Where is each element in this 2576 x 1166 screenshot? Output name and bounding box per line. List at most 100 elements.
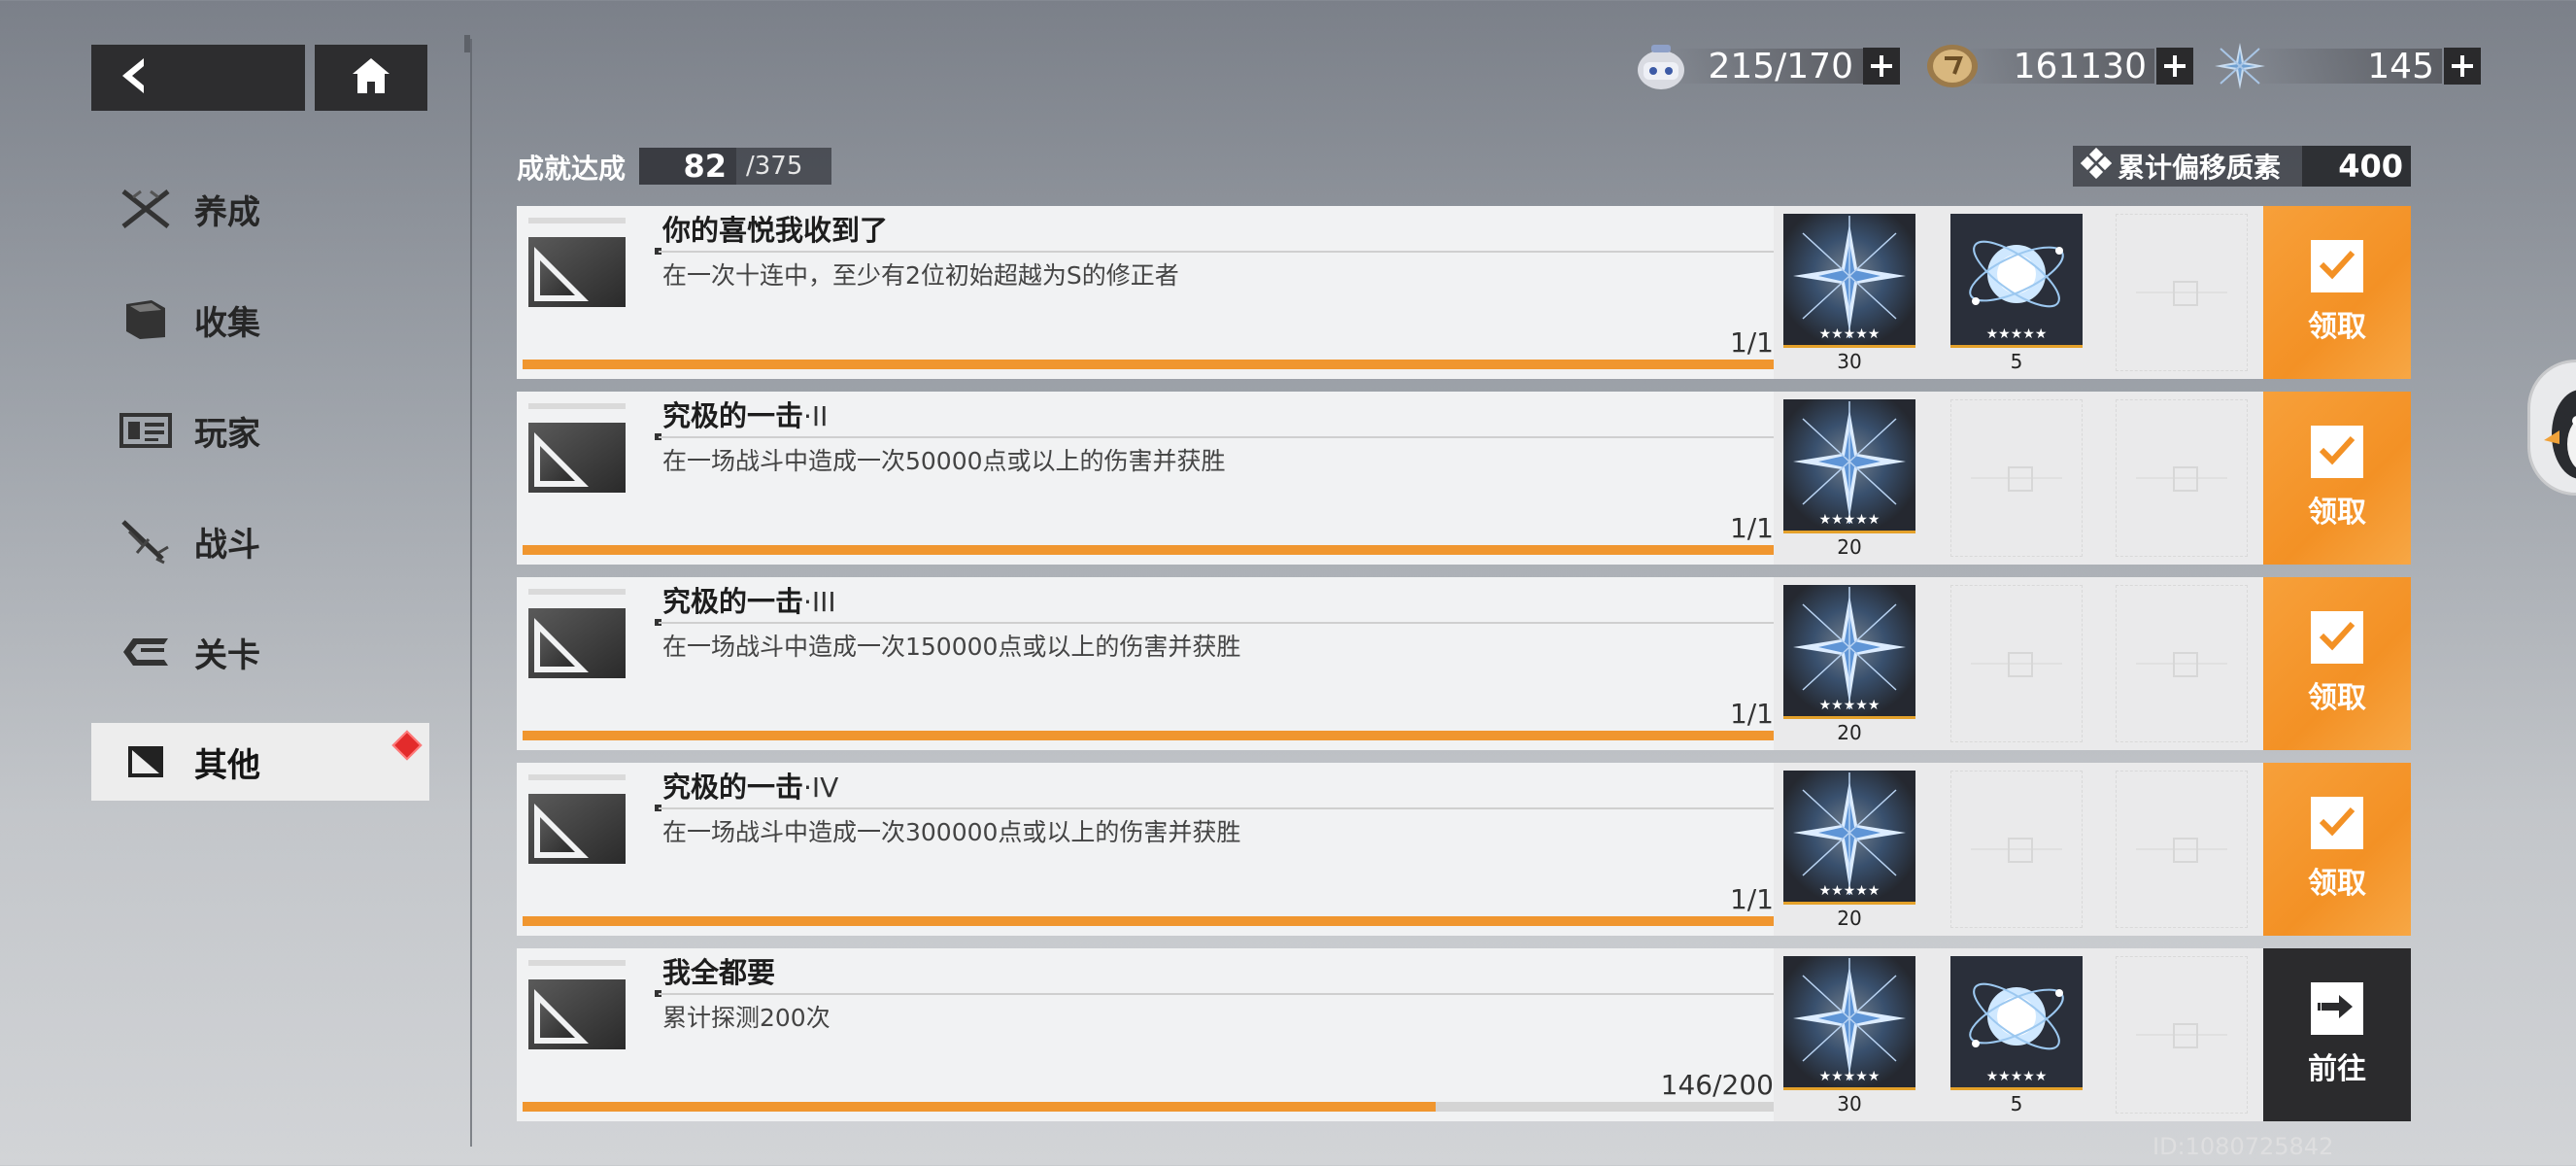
reward-panel: ★★★★★ 30 ★★★★★ 5: [1774, 206, 2263, 379]
sidebar-item-battle[interactable]: 战斗: [91, 486, 429, 597]
penguin-icon: [2530, 390, 2576, 493]
action-label: 领取: [2308, 310, 2366, 344]
sidebar-divider: [470, 39, 472, 1147]
achievement-card: 你的喜悦我收到了 在一次十连中，至少有2位初始超越为S的修正者 1/1: [517, 206, 1774, 379]
add-crystal-button[interactable]: [2444, 48, 2481, 85]
sidebar-item-collection[interactable]: 收集: [91, 264, 429, 375]
achievement-title: 究极的一击·II: [662, 399, 829, 432]
reward-item[interactable]: ★★★★★ 5: [1950, 956, 2083, 1115]
svg-text:★★★★★: ★★★★★: [1986, 1069, 2048, 1084]
sidebar-item-label: 玩家: [194, 414, 260, 454]
sidebar-item-label: 收集: [194, 303, 260, 343]
svg-text:★★★★★: ★★★★★: [1986, 326, 2048, 342]
home-icon: [351, 56, 391, 99]
crystal-icon: [2213, 41, 2267, 91]
coin-icon: [1925, 41, 1980, 91]
reward-item[interactable]: ★★★★★ 30: [1783, 214, 1915, 373]
add-coin-button[interactable]: [2156, 48, 2193, 85]
arrow-right-icon: [2318, 992, 2356, 1025]
reward-item[interactable]: ★★★★★ 20: [1783, 771, 1915, 930]
achievement-card: 究极的一击·II 在一场战斗中造成一次50000点或以上的伤害并获胜 1/1: [517, 392, 1774, 565]
claim-button[interactable]: 领取: [2263, 577, 2411, 750]
sidebar-item-label: 其他: [194, 745, 260, 785]
achievement-progress-text: 1/1: [1729, 512, 1774, 544]
reward-panel: ★★★★★ 30 ★★★★★ 5: [1774, 948, 2263, 1121]
achievement-row: 我全都要 累计探测200次 146/200 ★★★★★ 30 ★★★★★ 5 前…: [517, 948, 2411, 1121]
achievement-description: 在一场战斗中造成一次300000点或以上的伤害并获胜: [662, 818, 1241, 846]
achievement-row: 究极的一击·II 在一场战斗中造成一次50000点或以上的伤害并获胜 1/1 ★…: [517, 392, 2411, 565]
achievement-progress-text: 1/1: [1729, 326, 1774, 359]
progress-bar-fill: [523, 1102, 1437, 1112]
achievement-list: 你的喜悦我收到了 在一次十连中，至少有2位初始超越为S的修正者 1/1 ★★★★…: [517, 206, 2411, 1134]
progress-bar: [523, 545, 1774, 555]
achievement-thumbnail: [528, 608, 626, 678]
svg-text:★★★★★: ★★★★★: [1819, 1069, 1881, 1084]
currency-coin-value: 161130: [2013, 46, 2147, 86]
crystal-icon: ★★★★★: [1783, 585, 1915, 719]
reward-quantity: 20: [1837, 535, 1862, 559]
action-label: 领取: [2308, 867, 2366, 901]
action-label: 领取: [2308, 496, 2366, 530]
achievement-title: 究极的一击·IV: [662, 771, 839, 804]
sidebar-item-player[interactable]: 玩家: [91, 375, 429, 486]
achievement-progress-text: 1/1: [1729, 698, 1774, 730]
progress-bar: [523, 360, 1774, 369]
achievement-count: 82: [639, 148, 736, 185]
home-button[interactable]: [315, 45, 427, 111]
sidebar-item-stage[interactable]: 关卡: [91, 597, 429, 707]
claim-button[interactable]: 领取: [2263, 206, 2411, 379]
progress-bar-fill: [523, 916, 1774, 926]
claim-button[interactable]: 领取: [2263, 763, 2411, 936]
reward-panel: ★★★★★ 20: [1774, 392, 2263, 565]
empty-reward-slot: [1950, 585, 2083, 742]
crystal-icon: ★★★★★: [1783, 214, 1915, 348]
progress-bar-fill: [523, 360, 1774, 369]
reward-item[interactable]: ★★★★★ 20: [1783, 399, 1915, 559]
reward-item[interactable]: ★★★★★ 30: [1783, 956, 1915, 1115]
stage-icon: [119, 629, 173, 675]
achievement-total: /375: [746, 152, 803, 181]
empty-reward-slot: [2116, 399, 2248, 557]
floating-assistant-button[interactable]: [2527, 360, 2576, 496]
empty-reward-slot: [1950, 771, 2083, 928]
currency-stamina-value: 215/170: [1708, 46, 1853, 86]
achievement-progress-text: 146/200: [1660, 1069, 1774, 1101]
sidebar-item-label: 关卡: [194, 635, 260, 675]
progress-bar-fill: [523, 731, 1774, 740]
sidebar-item-label: 战斗: [194, 525, 260, 565]
achievement-row: 究极的一击·IV 在一场战斗中造成一次300000点或以上的伤害并获胜 1/1 …: [517, 763, 2411, 936]
add-stamina-button[interactable]: [1863, 48, 1900, 85]
currency-crystal: 145: [2213, 41, 2487, 91]
empty-reward-slot: [1950, 399, 2083, 557]
empty-reward-slot: [2116, 214, 2248, 371]
sidebar-item-training[interactable]: 养成: [91, 154, 429, 264]
action-label: 前往: [2308, 1052, 2366, 1086]
back-button[interactable]: [91, 45, 305, 111]
action-label: 领取: [2308, 681, 2366, 715]
sword-icon: [119, 518, 173, 565]
sidebar-item-other[interactable]: 其他: [91, 723, 429, 801]
notification-badge: [391, 730, 423, 761]
achievement-card: 究极的一击·IV 在一场战斗中造成一次300000点或以上的伤害并获胜 1/1: [517, 763, 1774, 936]
crystal-icon: ★★★★★: [1783, 956, 1915, 1090]
reward-item[interactable]: ★★★★★ 20: [1783, 585, 1915, 744]
drift-counter: 累计偏移质素 400: [2073, 146, 2411, 187]
achievement-tier: ·IV: [803, 772, 839, 804]
crystal-icon: ★★★★★: [1783, 771, 1915, 905]
reward-quantity: 20: [1837, 907, 1862, 930]
achievement-title: 究极的一击·III: [662, 585, 836, 618]
achievement-label: 成就达成: [517, 153, 627, 185]
progress-bar-fill: [523, 545, 1774, 555]
achievement-description: 在一次十连中，至少有2位初始超越为S的修正者: [662, 261, 1179, 290]
reward-item[interactable]: ★★★★★ 5: [1950, 214, 2083, 373]
reward-quantity: 5: [2010, 1092, 2023, 1115]
go-button[interactable]: 前往: [2263, 948, 2411, 1121]
id-card-icon: [119, 407, 173, 454]
svg-text:★★★★★: ★★★★★: [1819, 326, 1881, 342]
empty-reward-slot: [2116, 771, 2248, 928]
claim-button[interactable]: 领取: [2263, 392, 2411, 565]
reward-quantity: 20: [1837, 721, 1862, 744]
svg-text:★★★★★: ★★★★★: [1819, 512, 1881, 528]
robot-icon: [1634, 41, 1688, 91]
achievement-thumbnail: [528, 237, 626, 307]
